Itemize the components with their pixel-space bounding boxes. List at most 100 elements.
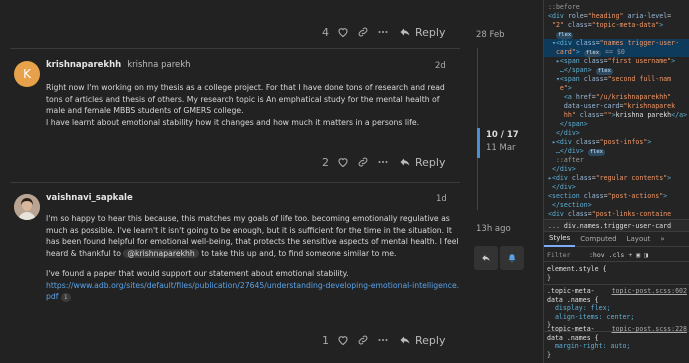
heart-icon[interactable] <box>333 330 353 350</box>
dom-node-line[interactable]: <a href="/u/krishnaparekhh" <box>544 93 689 102</box>
reply-button[interactable]: Reply <box>399 334 445 347</box>
dom-node-line[interactable]: ▸<span class="first username"> <box>544 57 689 66</box>
dom-node-line[interactable]: ::before <box>544 3 689 12</box>
dom-node-line[interactable]: ::after <box>544 156 689 165</box>
link-click-count: 1 <box>60 292 71 302</box>
post-paragraph: Right now I'm working on my thesis as a … <box>46 83 445 116</box>
style-rule-element: element.style { } <box>547 265 607 282</box>
like-count[interactable]: 2 <box>322 156 329 169</box>
forum-topic-view: 4 Reply K krishnaparekhh krishna parekh … <box>0 0 543 363</box>
post-divider <box>10 182 460 183</box>
dom-node-line[interactable]: </div> <box>544 183 689 192</box>
post-paragraph: I've found a paper that would support ou… <box>46 268 460 302</box>
like-count[interactable]: 1 <box>322 334 329 347</box>
post-actions: 2 Reply <box>322 152 445 172</box>
dom-node-line[interactable]: <div class="post-links-containe <box>544 210 689 219</box>
add-rule-icon[interactable]: + <box>628 251 632 259</box>
timeline-end-date[interactable]: 13h ago <box>476 224 511 234</box>
dom-node-line[interactable]: ▾<span class="second full-nam <box>544 75 689 84</box>
paper-link[interactable]: https://www.adb.org/sites/default/files/… <box>46 281 459 302</box>
timeline-post-date: 11 Mar <box>486 143 516 153</box>
style-rule: .topic-meta-topic-post.scss:228 data .na… <box>547 325 687 359</box>
source-link[interactable]: topic-post.scss:228 <box>612 325 687 334</box>
dom-node-line[interactable]: "2" class="topic-meta-data"> <box>544 21 689 30</box>
reply-label: Reply <box>415 155 446 169</box>
color-format-icon[interactable]: ▣ <box>636 251 640 259</box>
dom-node-line[interactable]: data-user-card="krishnaparek <box>544 102 689 111</box>
tab-layout[interactable]: Layout <box>622 233 656 246</box>
heart-icon[interactable] <box>333 152 353 172</box>
reply-label: Reply <box>415 25 446 39</box>
dom-node-line[interactable]: card"> flex == $0 <box>544 48 689 57</box>
link-icon[interactable] <box>353 22 373 42</box>
dom-breadcrumb: ... div.names.trigger-user-card <box>544 219 689 232</box>
reply-to-topic-button[interactable] <box>474 246 498 270</box>
post-date[interactable]: 2d <box>435 61 446 71</box>
dom-node-line[interactable]: </section> <box>544 201 689 210</box>
post-actions-top: 4 Reply <box>322 22 445 42</box>
post-date[interactable]: 1d <box>436 194 447 204</box>
breadcrumb-selected[interactable]: div.names.trigger-user-card <box>564 222 671 230</box>
user-mention[interactable]: @krishnaparekhh <box>123 249 199 259</box>
style-rule: .topic-meta-topic-post.scss:602 data .na… <box>547 287 687 329</box>
dom-node-line[interactable]: ▸<div class="post-infos"> <box>544 138 689 147</box>
full-name[interactable]: krishna parekh <box>127 60 190 70</box>
styles-tabs: Styles Computed Layout » <box>544 233 689 247</box>
dom-node-line[interactable]: e"> <box>544 84 689 93</box>
breadcrumb-prev[interactable]: ... <box>548 222 560 230</box>
dom-node-line[interactable]: hh" class="">krishna parekh</a> <box>544 111 689 120</box>
source-link[interactable]: topic-post.scss:602 <box>612 287 687 296</box>
post-divider <box>10 48 460 49</box>
notifications-button[interactable] <box>500 246 524 270</box>
like-count[interactable]: 4 <box>322 26 329 39</box>
timeline-start-date[interactable]: 28 Feb <box>476 30 505 40</box>
link-icon[interactable] <box>353 152 373 172</box>
post-body: Right now I'm working on my thesis as a … <box>46 82 456 129</box>
bell-icon <box>508 254 516 262</box>
reply-button[interactable]: Reply <box>399 156 445 169</box>
dom-node-line[interactable]: </div> <box>544 165 689 174</box>
class-toggle[interactable]: .cls <box>609 251 625 259</box>
dom-node-line[interactable]: …</div> flex <box>544 147 689 156</box>
topic-timeline: 28 Feb 10 / 17 11 Mar 13h ago <box>470 0 543 363</box>
reply-icon <box>400 28 410 36</box>
dom-node-line[interactable]: <section class="post-actions"> <box>544 192 689 201</box>
reply-button[interactable]: Reply <box>399 26 445 39</box>
heart-icon[interactable] <box>333 22 353 42</box>
tab-styles[interactable]: Styles <box>544 232 576 247</box>
dom-node-line[interactable]: …</span> flex <box>544 66 689 75</box>
devtools-panel: ::before <div role="heading" aria-level= … <box>543 0 689 363</box>
avatar[interactable] <box>14 194 40 220</box>
avatar[interactable]: K <box>14 61 40 87</box>
dom-node-line[interactable]: <div role="heading" aria-level= <box>544 12 689 21</box>
sidebar-toggle-icon[interactable]: ◨ <box>644 251 648 259</box>
timeline-post-counter: 10 / 17 <box>486 130 519 140</box>
reply-icon <box>400 336 410 344</box>
timeline-scroller-handle[interactable] <box>477 128 480 158</box>
post-header: krishnaparekhh krishna parekh <box>46 60 191 70</box>
hover-state-toggle[interactable]: :hov <box>589 251 605 259</box>
post-actions: 1 Reply <box>322 330 445 350</box>
rule-separator <box>544 284 689 285</box>
tab-computed[interactable]: Computed <box>575 233 621 246</box>
filter-input[interactable]: Filter <box>547 251 585 259</box>
reply-label: Reply <box>415 333 446 347</box>
post-body: I'm so happy to hear this because, this … <box>46 213 462 303</box>
reply-icon <box>400 158 410 166</box>
post-paragraph: I have learnt about emotional stability … <box>46 118 420 128</box>
dom-node-line[interactable]: flex <box>544 30 689 39</box>
styles-filter-bar: Filter :hov .cls + ▣ ◨ <box>544 249 689 262</box>
dom-node-line[interactable]: </div> <box>544 129 689 138</box>
more-options-icon[interactable] <box>373 330 393 350</box>
link-icon[interactable] <box>353 330 373 350</box>
reply-icon <box>482 255 490 262</box>
username[interactable]: vaishnavi_sapkale <box>46 193 133 203</box>
username[interactable]: krishnaparekhh <box>46 60 121 70</box>
post-header: vaishnavi_sapkale <box>46 193 139 203</box>
tab-more[interactable]: » <box>655 233 669 246</box>
dom-node-line[interactable]: </span> <box>544 120 689 129</box>
dom-node-line[interactable]: ▸<div class="regular contents"> <box>544 174 689 183</box>
more-options-icon[interactable] <box>373 22 393 42</box>
more-options-icon[interactable] <box>373 152 393 172</box>
post-paragraph: I'm so happy to hear this because, this … <box>46 214 459 259</box>
